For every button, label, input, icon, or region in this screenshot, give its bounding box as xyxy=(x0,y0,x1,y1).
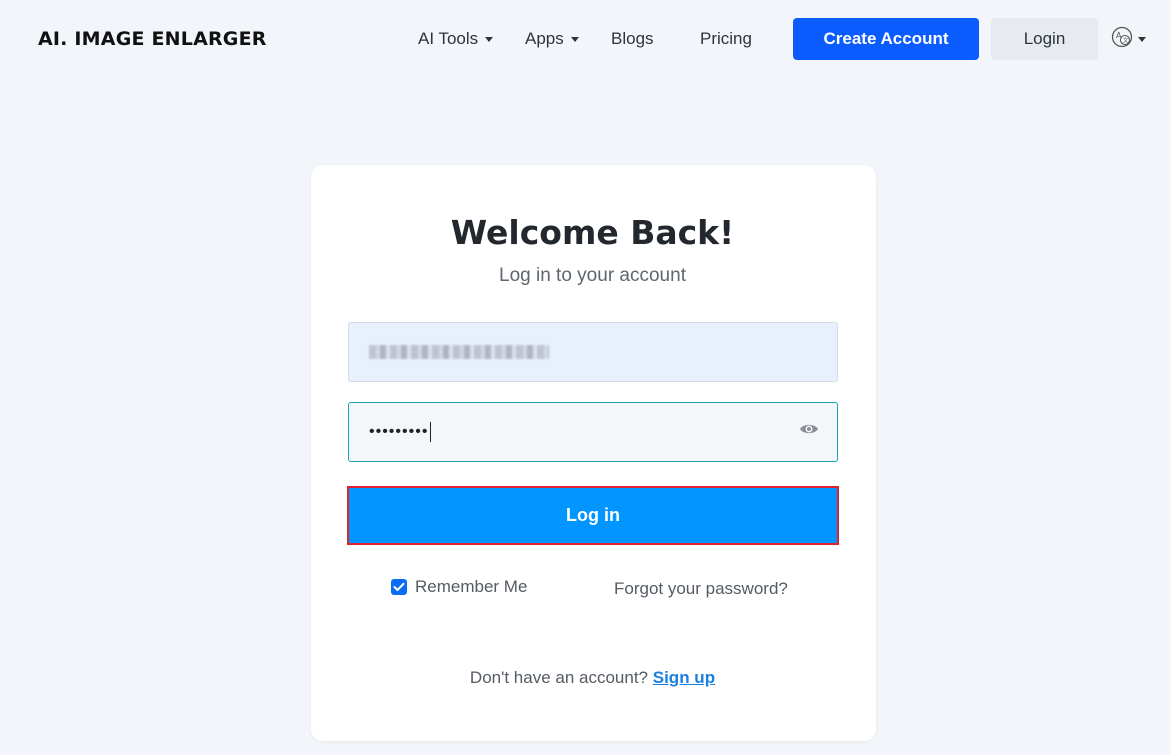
nav-ai-tools-label: AI Tools xyxy=(418,29,479,48)
nav-apps-label: Apps xyxy=(525,29,564,48)
site-logo[interactable]: AI. IMAGE ENLARGER xyxy=(38,28,267,50)
nav-ai-tools-dropdown[interactable]: AI Tools xyxy=(418,29,494,49)
eye-icon[interactable] xyxy=(799,422,819,441)
nav-pricing-link[interactable]: Pricing xyxy=(700,29,752,49)
forgot-password-link[interactable]: Forgot your password? xyxy=(614,579,788,599)
login-subtitle: Log in to your account xyxy=(499,265,686,286)
language-selector[interactable]: A 文 xyxy=(1111,26,1146,53)
remember-me-checkbox[interactable]: Remember Me xyxy=(391,577,527,597)
translate-icon: A 文 xyxy=(1111,26,1133,53)
top-navbar: AI. IMAGE ENLARGER AI Tools Apps Blogs P… xyxy=(0,0,1171,80)
create-account-button[interactable]: Create Account xyxy=(793,18,979,60)
password-value: ••••••••• xyxy=(369,423,429,440)
password-field[interactable]: ••••••••• xyxy=(348,402,838,462)
caret-down-icon xyxy=(485,36,494,42)
signup-prompt: Don't have an account? Sign up xyxy=(0,668,1171,688)
text-cursor xyxy=(430,422,432,442)
caret-down-icon xyxy=(1138,36,1146,42)
svg-text:文: 文 xyxy=(1123,36,1129,44)
login-title: Welcome Back! xyxy=(450,213,735,252)
login-submit-button[interactable]: Log in xyxy=(347,486,839,545)
nav-apps-dropdown[interactable]: Apps xyxy=(525,29,579,49)
no-account-text: Don't have an account? xyxy=(469,668,649,687)
email-field[interactable] xyxy=(348,322,838,382)
checkbox-checked-icon[interactable] xyxy=(391,579,407,595)
email-value-redacted xyxy=(369,345,549,359)
header-login-button[interactable]: Login xyxy=(991,18,1098,60)
nav-blogs-link[interactable]: Blogs xyxy=(611,29,654,49)
caret-down-icon xyxy=(570,36,579,42)
remember-me-label: Remember Me xyxy=(415,577,528,596)
signup-link[interactable]: Sign up xyxy=(653,668,715,687)
